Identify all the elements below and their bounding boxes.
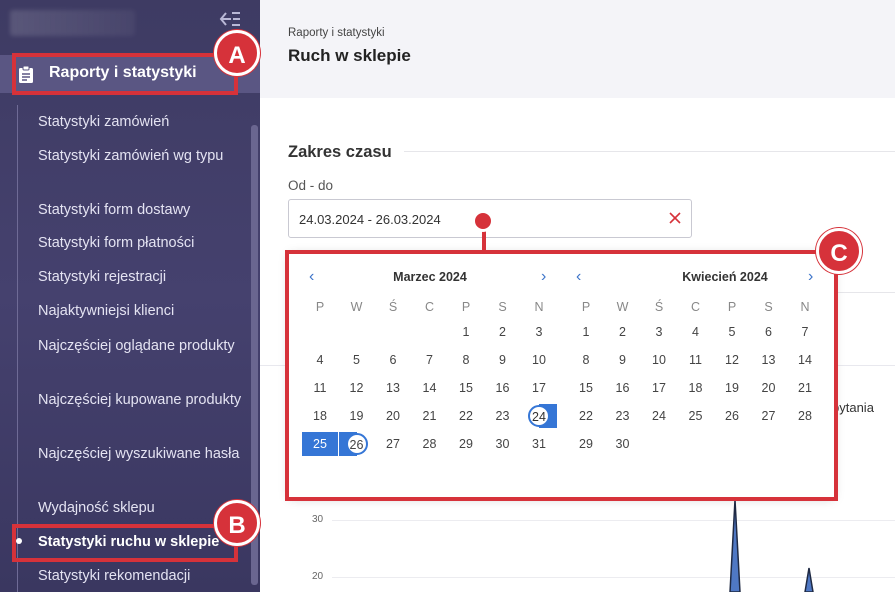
range-label: Od - do	[288, 178, 334, 193]
collapse-sidebar-icon[interactable]	[218, 10, 242, 32]
annotation-marker-b: B	[214, 500, 260, 546]
sidebar-item-most-bought[interactable]: Najczęściej kupowane produkty	[38, 390, 243, 410]
sidebar-tree-line	[17, 105, 18, 592]
page-header: Raporty i statystyki Ruch w sklepie	[260, 0, 895, 98]
sidebar-item-most-searched[interactable]: Najczęściej wyszukiwane hasła	[38, 444, 243, 464]
sidebar-item-shop-performance[interactable]: Wydajność sklepu	[38, 498, 243, 518]
divider-fragment	[838, 292, 895, 293]
chart-series-spikes	[729, 500, 814, 592]
sidebar-item-delivery-stats[interactable]: Statystyki form dostawy	[38, 200, 243, 220]
clear-icon[interactable]	[667, 210, 683, 226]
annotation-marker-a: A	[214, 30, 260, 76]
date-range-value: 24.03.2024 - 26.03.2024	[299, 212, 441, 227]
sidebar-item-payment-stats[interactable]: Statystyki form płatności	[38, 233, 243, 253]
annotation-pin-dot	[472, 210, 494, 232]
annotation-box-a	[12, 53, 238, 95]
traffic-chart: 30 20	[260, 500, 895, 592]
time-range-title: Zakres czasu	[288, 143, 392, 161]
sidebar-item-most-viewed[interactable]: Najczęściej oglądane produkty	[38, 336, 243, 356]
partial-legend-label: pytania	[832, 400, 874, 415]
sidebar-item-order-type-stats[interactable]: Statystyki zamówień wg typu	[38, 146, 243, 166]
breadcrumb[interactable]: Raporty i statystyki	[288, 27, 385, 39]
logo	[10, 10, 135, 36]
sidebar-item-order-stats[interactable]: Statystyki zamówień	[38, 112, 243, 132]
sidebar-item-active-clients[interactable]: Najaktywniejsi klienci	[38, 301, 243, 321]
section-divider	[404, 151, 895, 152]
sidebar-item-registration-stats[interactable]: Statystyki rejestracji	[38, 267, 243, 287]
sidebar-item-recommendation-stats[interactable]: Statystyki rekomendacji	[38, 566, 243, 586]
annotation-box-c	[285, 250, 838, 501]
page-title: Ruch w sklepie	[288, 46, 411, 65]
annotation-marker-c: C	[816, 228, 862, 274]
annotation-box-b	[12, 524, 238, 562]
